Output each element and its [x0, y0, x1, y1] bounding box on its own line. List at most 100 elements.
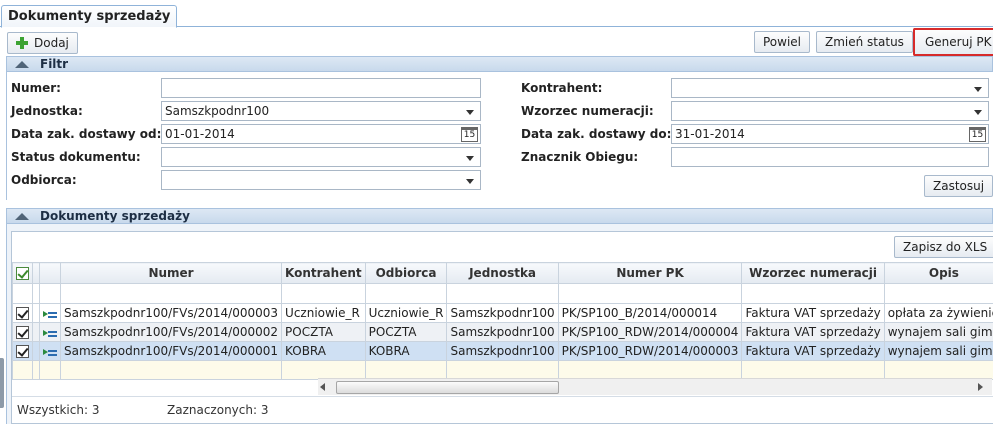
row-select-cell[interactable] [12, 341, 33, 361]
column-header-kontrahent[interactable]: Kontrahent [281, 262, 366, 284]
calendar-icon[interactable]: 15 [969, 127, 986, 142]
filter-cell[interactable] [741, 283, 885, 304]
znacznik-field[interactable] [671, 147, 989, 167]
dropdown-arrow-icon[interactable] [974, 110, 982, 115]
cell-kontrahent: KOBRA [281, 341, 366, 361]
filter-section-header[interactable]: Filtr [6, 56, 993, 72]
document-action-icon[interactable] [43, 346, 57, 358]
change-status-button[interactable]: Zmień status [816, 31, 913, 53]
selected-count: Zaznaczonych: 3 [167, 403, 269, 417]
documents-table: Numer Kontrahent Odbiorca Jednostka Nume… [12, 262, 993, 380]
odbiorca-select[interactable] [161, 170, 481, 190]
generate-pk-button[interactable]: Generuj PK [913, 28, 993, 56]
checkbox-icon[interactable] [16, 345, 29, 358]
duplicate-button[interactable]: Powiel [754, 31, 811, 53]
jednostka-select[interactable]: Samszkpodnr100 [161, 101, 481, 121]
cell-jednostka: Samszkpodnr100 [446, 341, 559, 361]
checkbox-icon[interactable] [16, 267, 29, 280]
tab-dokumenty-sprzedazy[interactable]: Dokumenty sprzedaży [1, 5, 178, 28]
apply-filter-button[interactable]: Zastosuj [924, 175, 993, 197]
dropdown-arrow-icon[interactable] [974, 87, 982, 92]
row-select-cell[interactable] [12, 303, 33, 323]
empty-cell [446, 360, 559, 380]
scroll-right-icon[interactable] [978, 383, 983, 391]
column-header-numer-pk[interactable]: Numer PK [557, 262, 743, 284]
filter-cell[interactable] [446, 283, 559, 304]
wzorzec-select[interactable] [671, 101, 989, 121]
cell-opis: wynajem sali gimn [883, 322, 993, 342]
kontrahent-select[interactable] [671, 78, 989, 98]
scroll-left-icon[interactable] [320, 383, 325, 391]
column-header-wzorzec[interactable]: Wzorzec numeracji [741, 262, 885, 284]
jednostka-value: Samszkpodnr100 [165, 104, 270, 118]
kontrahent-label: Kontrahent: [521, 81, 603, 95]
filter-cell[interactable] [883, 283, 993, 304]
filter-cell[interactable] [557, 283, 743, 304]
collapse-up-icon[interactable] [15, 213, 29, 220]
row-select-cell[interactable] [12, 322, 33, 342]
data-od-field[interactable]: 01-01-2014 15 [161, 124, 481, 144]
horizontal-scrollbar[interactable] [318, 378, 992, 395]
filter-cell [32, 283, 40, 304]
cell-opis: opłata za żywienie [883, 303, 993, 323]
column-header-odbiorca[interactable]: Odbiorca [364, 262, 448, 284]
add-button[interactable]: Dodaj [7, 32, 78, 54]
select-all-header[interactable] [12, 262, 33, 284]
empty-cell [39, 360, 61, 380]
tab-strip: Dokumenty sprzedaży [0, 0, 993, 28]
cell-numer: Samszkpodnr100/FVs/2014/000002 [59, 322, 283, 342]
cell-opis: wynajem sali gimn [883, 341, 993, 361]
row-action-cell[interactable] [39, 322, 61, 342]
checkbox-icon[interactable] [16, 326, 29, 339]
documents-section-header[interactable]: Dokumenty sprzedaży [6, 208, 993, 224]
data-od-value: 01-01-2014 [165, 127, 235, 141]
empty-cell [12, 360, 33, 380]
dropdown-arrow-icon[interactable] [466, 156, 474, 161]
side-panel-handle[interactable] [0, 358, 4, 408]
scrollbar-thumb[interactable] [336, 381, 559, 394]
collapse-up-icon[interactable] [15, 61, 29, 68]
data-od-label: Data zak. dostawy od: [11, 127, 162, 141]
column-header-empty [32, 262, 40, 284]
row-empty-cell [32, 303, 40, 323]
documents-section-title: Dokumenty sprzedaży [40, 209, 190, 223]
cell-jednostka: Samszkpodnr100 [446, 322, 559, 342]
column-header-opis[interactable]: Opis [883, 262, 993, 284]
filter-cell [12, 283, 33, 304]
cell-kontrahent: Uczniowie_R [281, 303, 366, 323]
export-xls-button[interactable]: Zapisz do XLS [894, 236, 993, 258]
cell-numer-pk: PK/SP100_B/2014/000014 [557, 303, 743, 323]
empty-cell [32, 360, 40, 380]
document-action-icon[interactable] [43, 327, 57, 339]
total-count: Wszystkich: 3 [17, 403, 100, 417]
table-row[interactable]: Samszkpodnr100/FVs/2014/000001 KOBRA KOB… [12, 341, 993, 361]
checkbox-icon[interactable] [16, 307, 29, 320]
cell-wzorzec: Faktura VAT sprzedaży [741, 303, 885, 323]
table-row[interactable]: Samszkpodnr100/FVs/2014/000003 Uczniowie… [12, 303, 993, 323]
document-action-icon[interactable] [43, 308, 57, 320]
row-empty-cell [32, 341, 40, 361]
table-row[interactable]: Samszkpodnr100/FVs/2014/000002 POCZTA PO… [12, 322, 993, 342]
cell-numer: Samszkpodnr100/FVs/2014/000001 [59, 341, 283, 361]
status-label: Status dokumentu: [11, 150, 141, 164]
empty-cell [883, 360, 993, 380]
filter-section-title: Filtr [40, 57, 69, 71]
status-select[interactable] [161, 147, 481, 167]
cell-numer: Samszkpodnr100/FVs/2014/000003 [59, 303, 283, 323]
filter-cell[interactable] [59, 283, 283, 304]
row-action-cell[interactable] [39, 341, 61, 361]
data-do-field[interactable]: 31-01-2014 15 [671, 124, 989, 144]
row-action-cell[interactable] [39, 303, 61, 323]
filter-cell[interactable] [364, 283, 448, 304]
cell-wzorzec: Faktura VAT sprzedaży [741, 341, 885, 361]
column-header-jednostka[interactable]: Jednostka [446, 262, 559, 284]
znacznik-label: Znacznik Obiegu: [521, 150, 639, 164]
row-empty-cell [32, 322, 40, 342]
dropdown-arrow-icon[interactable] [466, 179, 474, 184]
numer-field[interactable] [161, 78, 481, 98]
dropdown-arrow-icon[interactable] [466, 110, 474, 115]
calendar-icon[interactable]: 15 [461, 127, 478, 142]
column-header-numer[interactable]: Numer [59, 262, 283, 284]
empty-cell [557, 360, 743, 380]
filter-cell[interactable] [281, 283, 366, 304]
